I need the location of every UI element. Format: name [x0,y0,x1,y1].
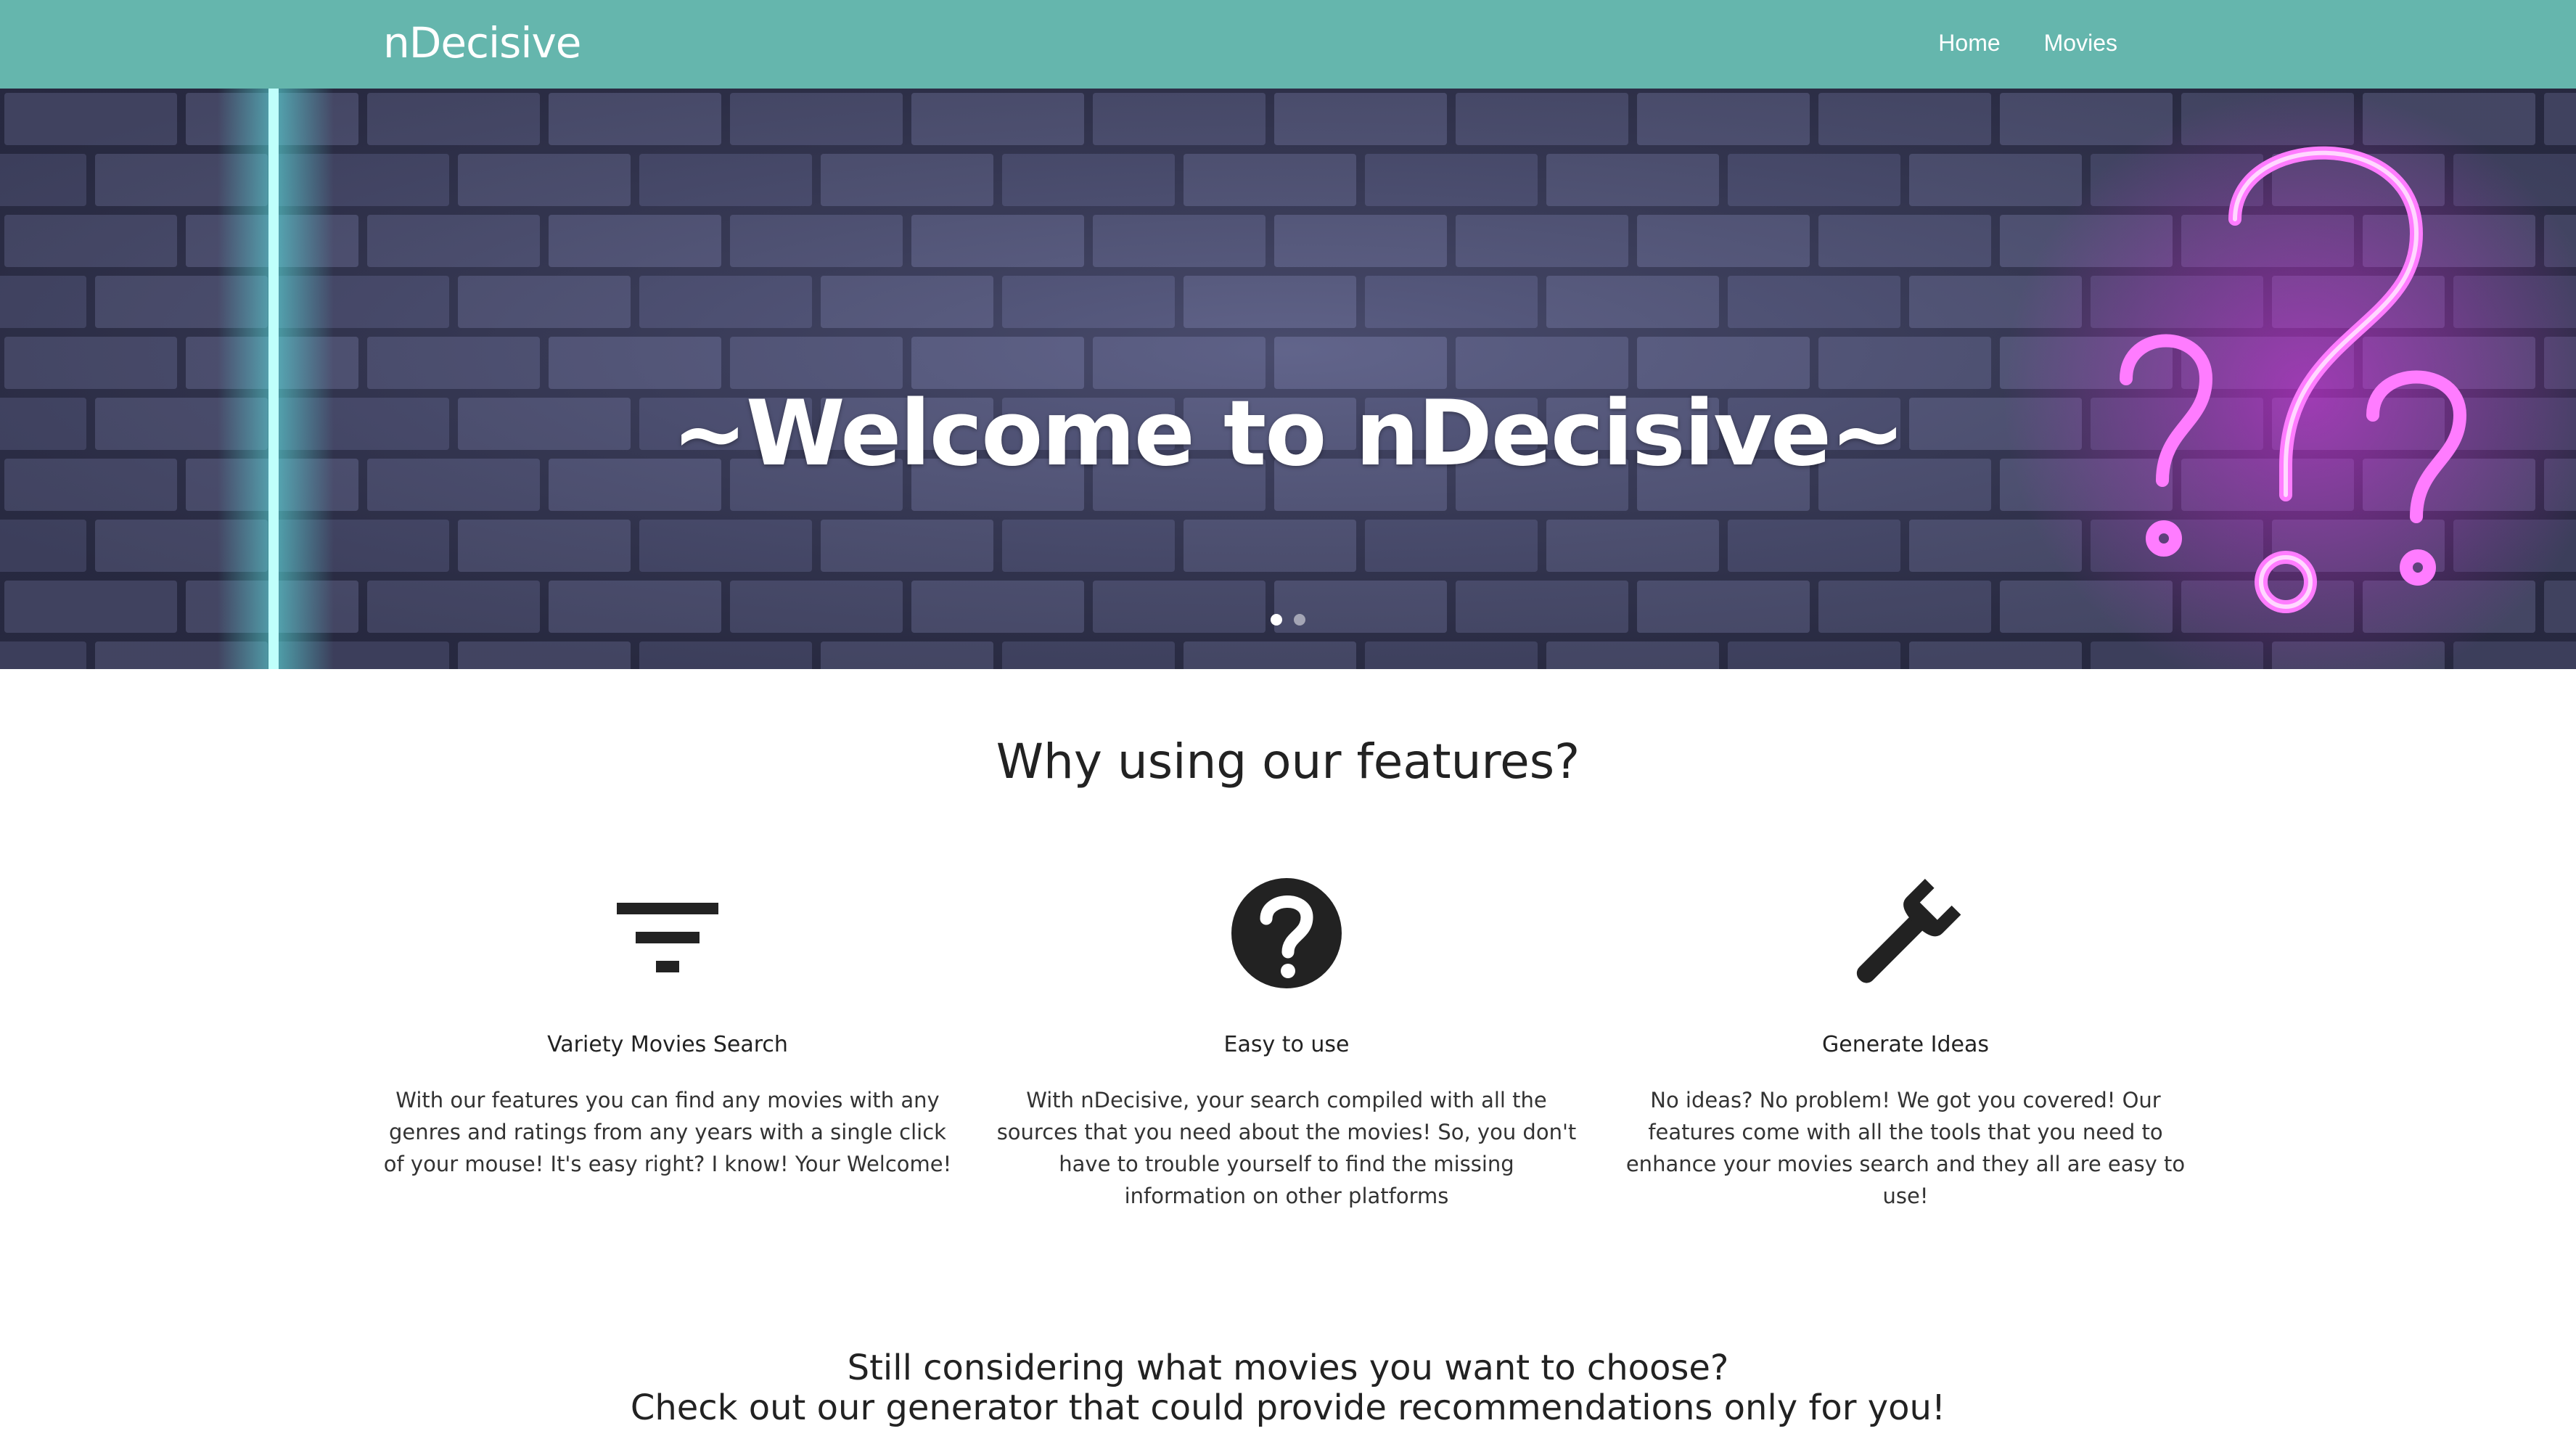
feature-title: Variety Movies Search [547,1032,788,1057]
nav-link-home[interactable]: Home [1938,26,2000,60]
feature-title: Easy to use [1223,1032,1350,1057]
filter-icon [617,903,718,972]
cta-line-2: Check out our generator that could provi… [630,1387,1946,1428]
carousel-indicator-2[interactable] [1294,614,1305,626]
carousel-indicators [0,614,2576,626]
nav-link-movies[interactable]: Movies [2044,26,2117,60]
cta-line-1: Still considering what movies you want t… [847,1348,1729,1388]
feature-title: Generate Ideas [1821,1032,1989,1057]
carousel-indicator-1[interactable] [1271,614,1282,626]
question-circle-icon [1231,878,1342,988]
feature-description: With nDecisive, your search compiled wit… [996,1088,1577,1208]
navbar: nDecisive Home Movies [0,0,2576,89]
brick-wall-background [0,89,2576,669]
feature-description: No ideas? No problem! We got you covered… [1625,1088,2186,1208]
feature-variety-search: Variety Movies Search With our features … [370,868,965,1176]
hero-title: ~Welcome to nDecisive~ [671,382,1906,487]
hero-carousel: ~Welcome to nDecisive~ [0,89,2576,669]
cta-text: Still considering what movies you want t… [0,1348,2576,1428]
wrench-icon [1856,879,1961,983]
feature-description: With our features you can find any movie… [383,1088,952,1176]
nav-links: Home Movies [1938,26,2117,60]
feature-generate-ideas: Generate Ideas No ideas? No problem! We … [1608,868,2203,1208]
feature-easy-to-use: Easy to use With nDecisive, your search … [989,868,1584,1208]
features-heading: Why using our features? [996,734,1580,790]
brand-logo[interactable]: nDecisive [383,16,581,70]
